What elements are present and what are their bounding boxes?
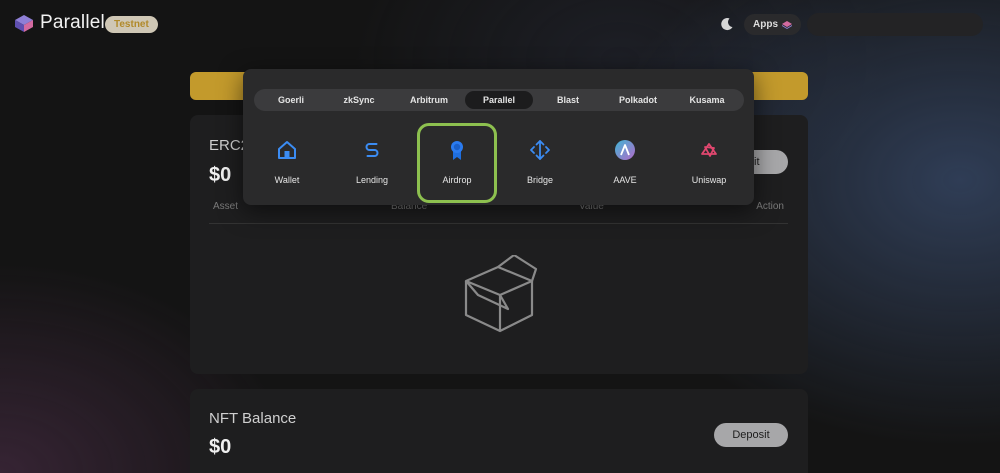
uniswap-icon bbox=[701, 143, 717, 157]
moon-icon[interactable] bbox=[720, 17, 734, 31]
nft-balance-card: NFT Balance $0 Deposit bbox=[190, 389, 808, 473]
deposit-button[interactable]: Deposit bbox=[714, 423, 788, 447]
empty-box-icon bbox=[464, 255, 538, 333]
app-airdrop[interactable]: Airdrop bbox=[417, 123, 497, 203]
network-tabs: Goerli zkSync Arbitrum Parallel Blast Po… bbox=[254, 89, 744, 111]
tab-polkadot[interactable]: Polkadot bbox=[604, 91, 672, 109]
logo-text: Parallel bbox=[40, 12, 105, 33]
tab-arbitrum[interactable]: Arbitrum bbox=[395, 91, 463, 109]
aave-icon bbox=[615, 140, 635, 160]
apps-button[interactable]: Apps bbox=[744, 14, 801, 35]
app-label: Uniswap bbox=[691, 175, 727, 185]
lending-s-icon bbox=[365, 143, 379, 157]
ribbon-icon bbox=[451, 141, 463, 160]
arrows-icon bbox=[530, 140, 550, 160]
column-action: Action bbox=[756, 201, 784, 212]
tab-zksync[interactable]: zkSync bbox=[326, 91, 392, 109]
app-label: Bridge bbox=[526, 175, 553, 185]
apps-logo-icon bbox=[782, 20, 792, 29]
account-pill[interactable] bbox=[807, 13, 983, 36]
app-label: Airdrop bbox=[442, 175, 472, 185]
apps-popup: Goerli zkSync Arbitrum Parallel Blast Po… bbox=[243, 69, 754, 205]
parallel-logo-icon bbox=[15, 15, 33, 32]
tab-goerli[interactable]: Goerli bbox=[258, 91, 324, 109]
home-icon bbox=[278, 141, 296, 159]
card-title: NFT Balance bbox=[209, 410, 297, 427]
column-asset: Asset bbox=[213, 201, 239, 212]
tab-kusama[interactable]: Kusama bbox=[674, 91, 740, 109]
card-amount: $0 bbox=[209, 436, 232, 458]
app-label: Wallet bbox=[274, 175, 300, 185]
app-lending[interactable]: Lending bbox=[332, 123, 412, 203]
tab-parallel[interactable]: Parallel bbox=[465, 91, 533, 109]
tab-blast[interactable]: Blast bbox=[535, 91, 601, 109]
app-wallet[interactable]: Wallet bbox=[247, 123, 327, 203]
app-uniswap[interactable]: Uniswap bbox=[669, 123, 749, 203]
app-label: Lending bbox=[355, 175, 389, 185]
app-aave[interactable]: AAVE bbox=[585, 123, 665, 203]
app-label: AAVE bbox=[613, 175, 637, 185]
network-badge: Testnet bbox=[105, 16, 158, 33]
apps-label: Apps bbox=[753, 19, 778, 30]
logo[interactable]: Parallel bbox=[14, 12, 105, 34]
card-amount: $0 bbox=[209, 164, 232, 186]
divider bbox=[209, 223, 788, 224]
app-bridge[interactable]: Bridge bbox=[500, 123, 580, 203]
